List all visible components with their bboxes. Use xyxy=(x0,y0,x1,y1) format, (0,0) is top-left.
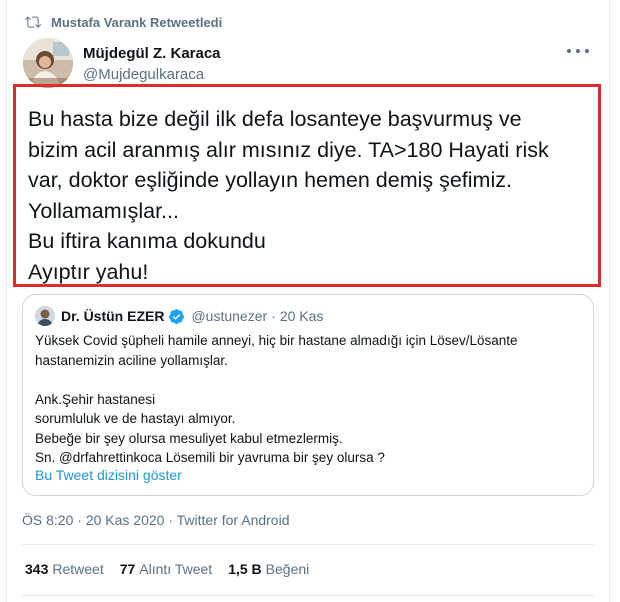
highlight-box: Bu hasta bize değil ilk defa losanteye b… xyxy=(13,84,601,287)
retweet-count-value: 343 xyxy=(25,561,49,577)
author-handle[interactable]: @Mujdegulkaraca xyxy=(83,65,221,84)
separator-dot: · xyxy=(168,512,174,528)
quoted-author-name: Dr. Üstün EZER xyxy=(61,308,165,324)
tweet-card[interactable]: Mustafa Varank Retweetledi Müjdegül Z. K… xyxy=(6,0,610,602)
tweet-text: Bu hasta bize değil ilk defa losanteye b… xyxy=(28,107,549,284)
quote-count-value: 77 xyxy=(119,561,136,577)
tweet-time[interactable]: ÖS 8:20 xyxy=(22,512,73,528)
quoted-tweet-date: 20 Kas xyxy=(279,308,324,324)
dot xyxy=(576,49,580,53)
quoted-tweet[interactable]: Dr. Üstün EZER @ustunezer · 20 Kas Yükse… xyxy=(22,294,594,496)
verified-badge-icon xyxy=(169,308,185,324)
tweet-stats: 343 Retweet 77 Alıntı Tweet 1,5 B Beğeni xyxy=(25,561,325,577)
retweet-context[interactable]: Mustafa Varank Retweetledi xyxy=(25,12,222,32)
separator-dot: · xyxy=(77,512,82,528)
retweet-count[interactable]: 343 Retweet xyxy=(25,561,104,577)
tweet-date[interactable]: 20 Kas 2020 xyxy=(86,512,165,528)
quote-count-label: Alıntı Tweet xyxy=(139,561,213,577)
author-info[interactable]: Müjdegül Z. Karaca @Mujdegulkaraca xyxy=(83,44,221,84)
quoted-tweet-text: Yüksek Covid şüpheli hamile anneyi, hiç … xyxy=(35,333,518,465)
retweet-icon xyxy=(25,16,41,28)
divider xyxy=(22,595,594,596)
more-options-icon[interactable] xyxy=(567,44,589,58)
separator-dot: · xyxy=(271,308,276,324)
dot xyxy=(585,49,589,53)
quote-tweet-count[interactable]: 77 Alıntı Tweet xyxy=(120,561,212,577)
tweet-metadata: ÖS 8:20 · 20 Kas 2020 · Twitter for Andr… xyxy=(22,512,289,528)
like-count-value: 1,5 B xyxy=(228,561,262,577)
retweeted-by-label: Mustafa Varank Retweetledi xyxy=(51,14,223,30)
divider xyxy=(22,544,594,545)
like-count[interactable]: 1,5 B Beğeni xyxy=(228,561,309,577)
quoted-tweet-header: Dr. Üstün EZER @ustunezer · 20 Kas xyxy=(61,307,323,325)
avatar-photo xyxy=(23,38,73,88)
retweet-count-label: Retweet xyxy=(52,561,104,577)
author-avatar[interactable] xyxy=(23,38,73,88)
show-thread-link[interactable]: Bu Tweet dizisini göster xyxy=(35,467,182,483)
like-count-label: Beğeni xyxy=(265,561,310,577)
author-name[interactable]: Müjdegül Z. Karaca xyxy=(83,44,221,63)
quoted-author-handle: @ustunezer xyxy=(191,308,268,324)
quoted-author-avatar xyxy=(35,306,55,326)
tweet-source[interactable]: Twitter for Android xyxy=(177,512,290,528)
dot xyxy=(567,49,571,53)
